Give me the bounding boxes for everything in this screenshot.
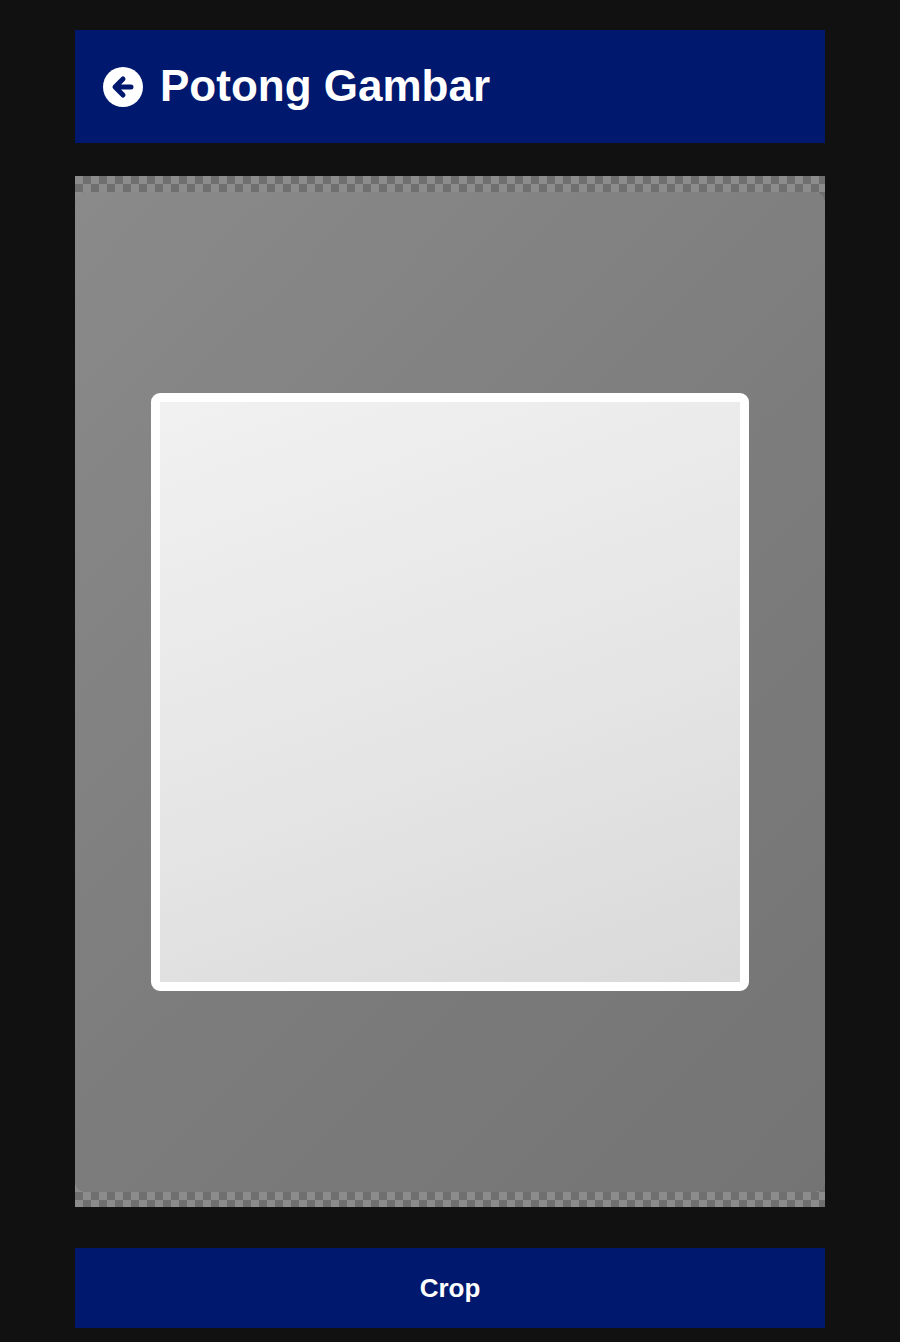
crop-page: Potong Gambar Crop [0, 0, 900, 1342]
crop-area [75, 176, 825, 1207]
back-button[interactable] [103, 67, 143, 107]
page-title: Potong Gambar [160, 60, 490, 113]
back-arrow-icon [103, 67, 143, 107]
content-column: Potong Gambar Crop [75, 30, 825, 1342]
transparent-strip [75, 1192, 825, 1207]
transparent-strip [75, 176, 825, 192]
header-bar: Potong Gambar [75, 30, 825, 143]
photo [75, 192, 825, 1192]
crop-button[interactable]: Crop [75, 1248, 825, 1328]
crop-frame[interactable] [151, 393, 749, 991]
